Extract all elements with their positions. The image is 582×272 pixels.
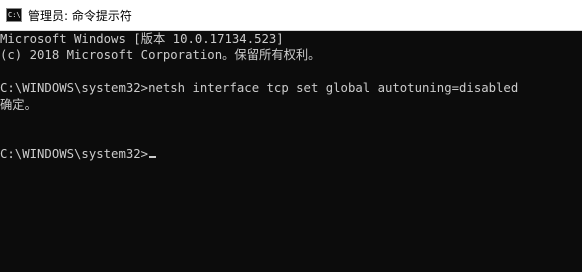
console-line-prompt[interactable]: C:\WINDOWS\system32>	[0, 146, 582, 162]
console-line-copyright: (c) 2018 Microsoft Corporation。保留所有权利。	[0, 48, 321, 63]
cmd-icon[interactable]: C:\.	[6, 8, 25, 22]
cmd-icon-glyph: C:\.	[8, 10, 25, 19]
console-line-version: Microsoft Windows [版本 10.0.17134.523]	[0, 32, 284, 46]
title-bar[interactable]: C:\. 管理员: 命令提示符	[0, 0, 582, 31]
console-line-result: 确定。	[0, 97, 37, 112]
text-cursor	[149, 155, 157, 158]
console-area[interactable]: Microsoft Windows [版本 10.0.17134.523] (c…	[0, 31, 582, 272]
console-line-command: C:\WINDOWS\system32>netsh interface tcp …	[0, 81, 519, 96]
window-title: 管理员: 命令提示符	[28, 8, 132, 23]
prompt-text: C:\WINDOWS\system32>	[0, 146, 149, 161]
command-prompt-window: C:\. 管理员: 命令提示符 Microsoft Windows [版本 10…	[0, 0, 582, 272]
